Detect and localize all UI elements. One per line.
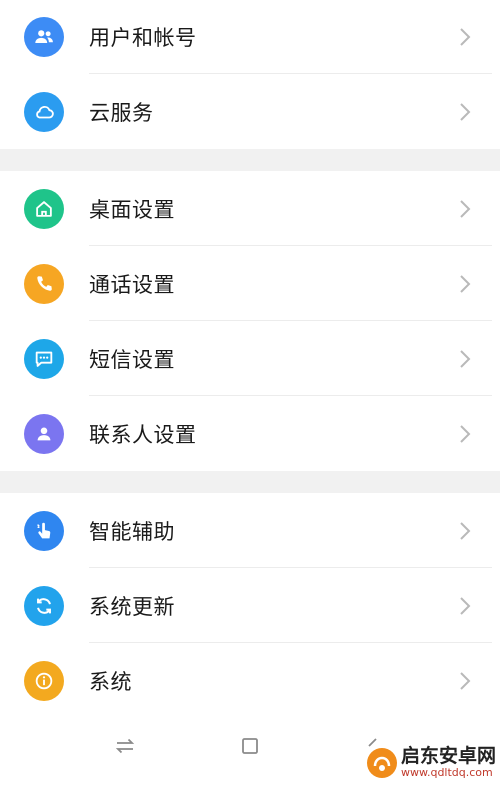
phone-icon [24,263,64,304]
settings-group-account: 用户和帐号 云服务 [0,0,500,149]
message-icon [24,338,64,379]
settings-item-assist[interactable]: 智能辅助 [0,493,500,568]
navigation-bar: 启东安卓网 www.qdltdq.com [0,713,500,785]
chevron-right-icon [460,596,471,615]
switch-arrows-icon [115,738,135,754]
settings-group-personalization: 桌面设置 通话设置 短信设置 联系人设置 [0,171,500,471]
home-button[interactable] [235,731,265,761]
watermark-title: 启东安卓网 [400,745,496,768]
chevron-right-icon [460,274,471,293]
settings-item-call[interactable]: 通话设置 [0,246,500,321]
settings-item-label: 用户和帐号 [89,26,197,50]
hand-pointer-icon [24,510,64,551]
settings-item-accounts[interactable]: 用户和帐号 [0,0,500,74]
settings-item-contacts[interactable]: 联系人设置 [0,396,500,471]
chevron-right-icon [460,424,471,443]
settings-item-system[interactable]: 系统 [0,643,500,718]
home-icon [24,188,64,229]
refresh-icon [24,585,64,626]
chevron-right-icon [460,521,471,540]
settings-item-label: 短信设置 [89,347,175,372]
chevron-right-icon [460,28,471,46]
group-separator [0,471,500,493]
settings-item-label: 联系人设置 [89,422,197,447]
settings-item-label: 通话设置 [89,272,175,297]
settings-item-desktop[interactable]: 桌面设置 [0,171,500,246]
settings-item-update[interactable]: 系统更新 [0,568,500,643]
site-logo-icon [366,747,397,778]
person-icon [24,413,64,454]
settings-item-label: 系统 [89,669,132,694]
chevron-right-icon [460,199,471,218]
watermark: 启东安卓网 www.qdltdq.com [366,746,496,779]
chevron-right-icon [460,671,471,690]
info-icon [24,660,64,701]
settings-item-label: 云服务 [89,100,154,125]
chevron-right-icon [460,102,471,121]
settings-item-label: 系统更新 [89,594,175,619]
settings-group-system: 智能辅助 系统更新 系统 [0,493,500,718]
group-separator [0,149,500,171]
watermark-url: www.qdltdq.com [400,765,493,779]
settings-item-label: 桌面设置 [89,197,175,222]
users-icon [24,17,64,57]
settings-item-cloud[interactable]: 云服务 [0,74,500,149]
square-icon [242,738,258,754]
cloud-icon [24,91,64,132]
recent-apps-button[interactable] [110,731,140,761]
chevron-right-icon [460,349,471,368]
settings-item-label: 智能辅助 [89,519,175,544]
settings-item-sms[interactable]: 短信设置 [0,321,500,396]
